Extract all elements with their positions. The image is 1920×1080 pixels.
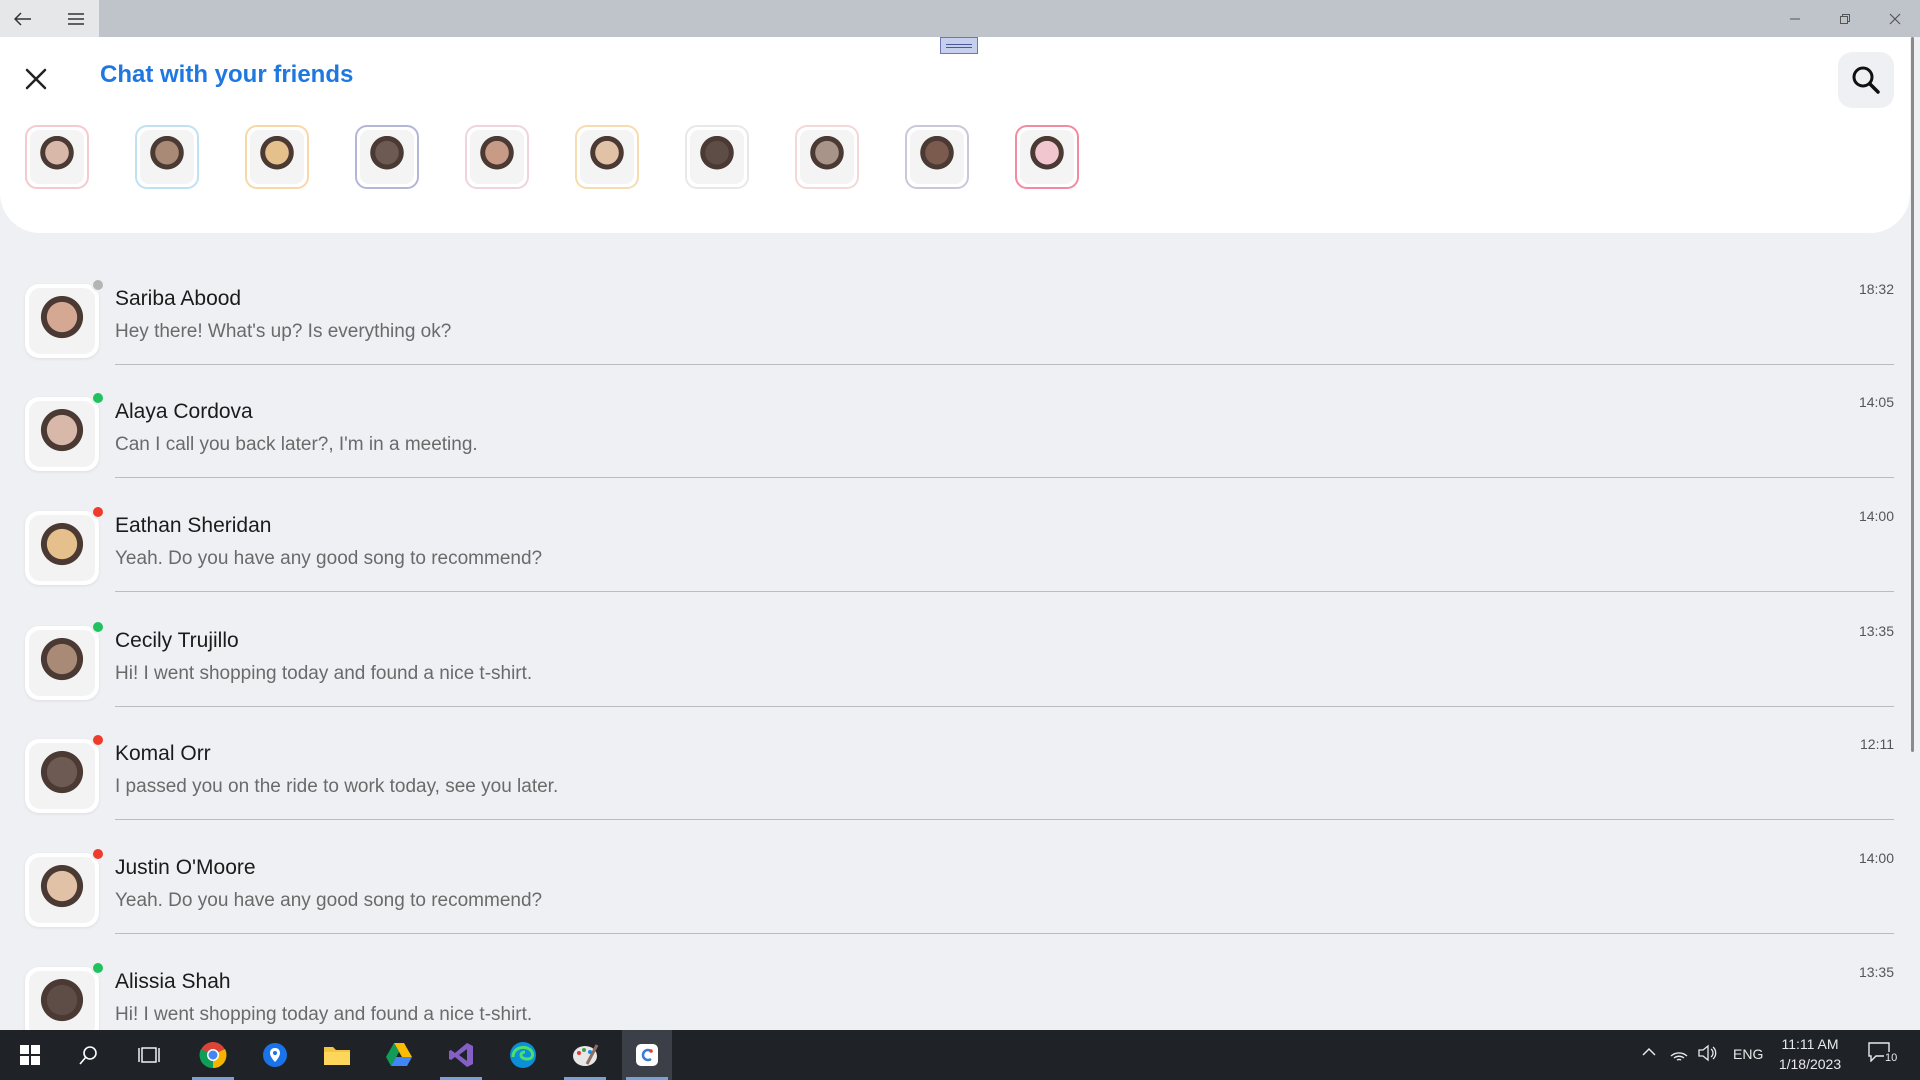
drag-handle[interactable] (940, 37, 978, 54)
avatar (910, 130, 964, 184)
avatar (360, 130, 414, 184)
contact-name: Justin O'Moore (115, 856, 256, 879)
start-icon[interactable] (5, 1030, 55, 1080)
chat-row[interactable]: Justin O'Moore Yeah. Do you have any good… (0, 802, 1910, 934)
last-message: Hi! I went shopping today and found a ni… (115, 1004, 533, 1025)
message-time: 18:32 (1858, 281, 1894, 297)
task-view-icon[interactable] (124, 1030, 174, 1080)
contact-name: Alissia Shah (115, 970, 231, 993)
language-indicator[interactable]: ENG (1733, 1046, 1763, 1062)
avatar (800, 130, 854, 184)
scrollbar[interactable] (1911, 37, 1914, 752)
story-avatar[interactable] (575, 125, 639, 189)
chat-row[interactable]: Alaya Cordova Can I call you back later?,… (0, 346, 1910, 478)
avatar (29, 288, 95, 354)
search-button[interactable] (1838, 52, 1894, 108)
story-avatar[interactable] (685, 125, 749, 189)
google-drive-icon[interactable] (374, 1030, 424, 1080)
close-icon[interactable] (20, 63, 52, 95)
visual-studio-icon[interactable] (436, 1030, 486, 1080)
restore-icon[interactable] (1822, 0, 1868, 37)
tray-chevron-icon[interactable] (1641, 1044, 1657, 1063)
last-message: Can I call you back later?, I'm in a mee… (115, 434, 478, 455)
avatar (1020, 130, 1074, 184)
story-avatar[interactable] (465, 125, 529, 189)
notification-count: 10 (1884, 1052, 1899, 1064)
page-title: Chat with your friends (100, 61, 354, 88)
status-indicator (91, 847, 105, 861)
status-indicator (91, 620, 105, 634)
file-explorer-icon[interactable] (312, 1030, 362, 1080)
minimize-icon[interactable] (1772, 0, 1818, 37)
story-avatar[interactable] (795, 125, 859, 189)
contact-name: Cecily Trujillo (115, 629, 239, 652)
message-time: 13:35 (1858, 964, 1894, 980)
chat-avatar[interactable] (25, 505, 105, 585)
volume-icon[interactable] (1698, 1044, 1718, 1065)
story-avatar[interactable] (1015, 125, 1079, 189)
search-icon[interactable] (64, 1030, 114, 1080)
network-icon[interactable] (1670, 1044, 1688, 1065)
status-indicator (91, 505, 105, 519)
maps-icon[interactable] (250, 1030, 300, 1080)
message-time: 12:11 (1860, 736, 1894, 752)
clock-date: 1/18/2023 (1778, 1056, 1842, 1072)
chat-avatar[interactable] (25, 961, 105, 1030)
contact-name: Sariba Abood (115, 287, 242, 310)
chat-row[interactable]: Eathan Sheridan Yeah. Do you have any goo… (0, 460, 1910, 592)
contact-name: Komal Orr (115, 742, 211, 765)
last-message: Hi! I went shopping today and found a ni… (115, 663, 533, 684)
story-avatar[interactable] (135, 125, 199, 189)
avatar (30, 130, 84, 184)
chat-row[interactable]: Alissia Shah Hi! I went shopping today an… (0, 916, 1910, 1030)
avatar (580, 130, 634, 184)
status-indicator (91, 391, 105, 405)
message-time: 13:35 (1858, 623, 1894, 639)
avatar (29, 743, 95, 809)
notification-center-icon[interactable]: 10 (1868, 1042, 1902, 1068)
message-time: 14:05 (1858, 394, 1894, 410)
taskbar: ENG 11:11 AM 1/18/2023 10 (0, 1030, 1920, 1080)
last-message: Yeah. Do you have any good song to recom… (115, 548, 543, 569)
avatar (140, 130, 194, 184)
story-avatar[interactable] (25, 125, 89, 189)
story-avatar[interactable] (905, 125, 969, 189)
story-avatar[interactable] (245, 125, 309, 189)
message-time: 14:00 (1858, 508, 1894, 524)
avatar (470, 130, 524, 184)
message-time: 14:00 (1858, 850, 1894, 866)
chat-row[interactable]: Sariba Abood Hey there! What's up? Is eve… (0, 233, 1910, 365)
contact-name: Alaya Cordova (115, 400, 253, 423)
window-close-icon[interactable] (1872, 0, 1918, 37)
status-indicator (91, 733, 105, 747)
chat-row[interactable]: Komal Orr I passed you on the ride to wor… (0, 688, 1910, 820)
last-message: Hey there! What's up? Is everything ok? (115, 321, 452, 342)
chat-list: Sariba Abood Hey there! What's up? Is eve… (0, 233, 1910, 1030)
last-message: Yeah. Do you have any good song to recom… (115, 890, 543, 911)
status-indicator (91, 961, 105, 975)
window-titlebar (0, 0, 1920, 37)
chrome-icon[interactable] (188, 1030, 238, 1080)
avatar (29, 515, 95, 581)
clock-time: 11:11 AM (1781, 1036, 1839, 1052)
avatar (29, 630, 95, 696)
avatar (29, 971, 95, 1030)
status-indicator (91, 278, 105, 292)
avatar (250, 130, 304, 184)
search-icon (1852, 66, 1880, 94)
story-avatar[interactable] (355, 125, 419, 189)
taskbar-clock[interactable]: 11:11 AM 1/18/2023 (1770, 1034, 1850, 1074)
paint-icon[interactable] (560, 1030, 610, 1080)
header-card: Chat with your friends (0, 37, 1910, 233)
chat-row[interactable]: Cecily Trujillo Hi! I went shopping today… (0, 575, 1910, 707)
avatar (690, 130, 744, 184)
back-arrow-icon[interactable] (0, 0, 46, 37)
hamburger-menu-icon[interactable] (53, 0, 99, 37)
edge-icon[interactable] (498, 1030, 548, 1080)
chat-app-icon[interactable] (622, 1030, 672, 1080)
avatar (29, 401, 95, 467)
avatar (29, 857, 95, 923)
last-message: I passed you on the ride to work today, … (115, 776, 559, 797)
contact-name: Eathan Sheridan (115, 514, 272, 537)
